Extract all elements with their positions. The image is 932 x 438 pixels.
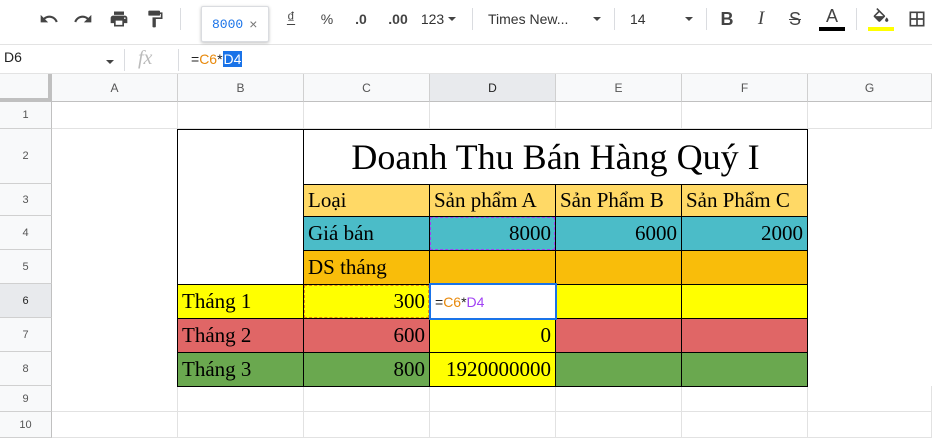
text-color-label: A <box>825 6 838 26</box>
font-size-dropdown[interactable]: 14 <box>630 0 694 38</box>
cell-f4[interactable]: 2000 <box>681 216 808 251</box>
cell-e3[interactable]: Sản Phẩm B <box>555 184 682 217</box>
row-9-cells[interactable] <box>52 386 932 412</box>
formula-input[interactable]: = C6 * D4 <box>191 51 243 67</box>
currency-button[interactable]: ₫ <box>280 0 302 38</box>
fx-icon: fx <box>138 47 153 69</box>
paint-format-icon[interactable] <box>142 0 168 38</box>
row-10-cells[interactable] <box>52 412 932 438</box>
cell-d6-editor[interactable]: = C6 * D4 <box>429 283 557 320</box>
decrease-decimal-button[interactable]: .0 <box>350 0 372 38</box>
cell-b8[interactable]: Tháng 3 <box>177 352 304 387</box>
row-header-6[interactable]: 6 <box>0 284 52 318</box>
column-header-d[interactable]: D <box>430 74 556 102</box>
chevron-down-icon <box>685 17 693 21</box>
name-box[interactable]: D6 <box>4 49 22 65</box>
fill-color-swatch <box>868 26 894 31</box>
column-header-g[interactable]: G <box>808 74 932 102</box>
toolbar-divider <box>706 8 707 30</box>
row-header-3[interactable]: 3 <box>0 184 52 216</box>
text-color-swatch <box>819 27 845 31</box>
more-formats-dropdown[interactable]: 123 <box>420 0 458 38</box>
column-header-b[interactable]: B <box>178 74 304 102</box>
cell-f5[interactable] <box>681 250 808 285</box>
cell-c5[interactable]: DS tháng <box>303 250 430 285</box>
font-size-label: 14 <box>630 11 646 27</box>
cell-d3[interactable]: Sản phẩm A <box>429 184 556 217</box>
cell-c7[interactable]: 600 <box>303 318 430 353</box>
toolbar: ₫ % .0 .00 123 Times New... 14 B I S A <box>0 0 932 38</box>
cell-f6[interactable] <box>681 284 808 319</box>
select-all-corner[interactable] <box>0 74 52 102</box>
cell-c3[interactable]: Loại <box>303 184 430 217</box>
edit-ref-d4: D4 <box>466 293 485 310</box>
more-formats-label: 123 <box>420 11 445 27</box>
redo-icon[interactable] <box>70 0 96 38</box>
row-header-8[interactable]: 8 <box>0 352 52 386</box>
cell-e4[interactable]: 6000 <box>555 216 682 251</box>
column-header-a[interactable]: A <box>52 74 178 102</box>
row-header-7[interactable]: 7 <box>0 318 52 352</box>
cell-e8[interactable] <box>555 352 682 387</box>
cell-c6[interactable]: 300 <box>303 284 430 319</box>
edit-ref-c6: C6 <box>443 293 462 310</box>
sheet-title[interactable]: Doanh Thu Bán Hàng Quý I <box>303 129 808 185</box>
formula-prefix: = <box>191 51 200 67</box>
cell-c8[interactable]: 800 <box>303 352 430 387</box>
column-header-e[interactable]: E <box>556 74 682 102</box>
cell-d5[interactable] <box>429 250 556 285</box>
font-family-label: Times New... <box>488 11 569 27</box>
fill-color-button[interactable] <box>866 0 896 38</box>
row-header-10[interactable]: 10 <box>0 412 52 438</box>
value-tooltip: 8000 × <box>201 6 269 42</box>
column-header-c[interactable]: C <box>304 74 430 102</box>
toolbar-divider <box>856 8 857 30</box>
cell-f7[interactable] <box>681 318 808 353</box>
strikethrough-button[interactable]: S <box>784 0 806 38</box>
print-icon[interactable] <box>106 0 132 38</box>
close-icon[interactable]: × <box>249 16 257 32</box>
chevron-down-icon <box>593 17 601 21</box>
text-color-button[interactable]: A <box>818 0 846 38</box>
italic-button[interactable]: I <box>750 0 772 38</box>
cell-d4[interactable]: 8000 <box>429 216 556 251</box>
row-header-9[interactable]: 9 <box>0 386 52 412</box>
formula-ref-d4: D4 <box>222 51 243 67</box>
tooltip-value: 8000 <box>212 16 244 32</box>
cell-b6[interactable]: Tháng 1 <box>177 284 304 319</box>
chevron-down-icon[interactable] <box>105 57 115 67</box>
paint-bucket-icon <box>873 7 889 22</box>
formula-bar-divider <box>178 49 179 71</box>
increase-decimal-button[interactable]: .00 <box>384 0 412 38</box>
toolbar-divider <box>180 8 181 30</box>
row-1-cells[interactable] <box>52 102 932 129</box>
cell-b2-b5[interactable] <box>177 129 304 285</box>
row-header-2[interactable]: 2 <box>0 129 52 184</box>
formula-bar: D6 fx = C6 * D4 <box>0 44 932 74</box>
row-header-5[interactable]: 5 <box>0 250 52 284</box>
undo-icon[interactable] <box>36 0 62 38</box>
row-header-4[interactable]: 4 <box>0 216 52 250</box>
cell-d7[interactable]: 0 <box>429 318 556 353</box>
formula-bar-divider <box>124 49 125 71</box>
toolbar-divider <box>614 8 615 30</box>
toolbar-divider <box>472 8 473 30</box>
cell-b7[interactable]: Tháng 2 <box>177 318 304 353</box>
cell-f3[interactable]: Sản Phẩm C <box>681 184 808 217</box>
font-family-dropdown[interactable]: Times New... <box>488 0 602 38</box>
row-header-1[interactable]: 1 <box>0 102 52 129</box>
column-header-f[interactable]: F <box>682 74 808 102</box>
cell-c4[interactable]: Giá bán <box>303 216 430 251</box>
cell-e5[interactable] <box>555 250 682 285</box>
bold-button[interactable]: B <box>716 0 738 38</box>
chevron-down-icon <box>448 17 457 21</box>
borders-icon[interactable] <box>904 0 930 38</box>
cell-e7[interactable] <box>555 318 682 353</box>
edit-prefix: = <box>435 293 444 310</box>
cell-d8[interactable]: 1920000000 <box>429 352 556 387</box>
formula-ref-c6: C6 <box>199 51 218 67</box>
cell-f8[interactable] <box>681 352 808 387</box>
cell-e6[interactable] <box>555 284 682 319</box>
percent-button[interactable]: % <box>316 0 338 38</box>
